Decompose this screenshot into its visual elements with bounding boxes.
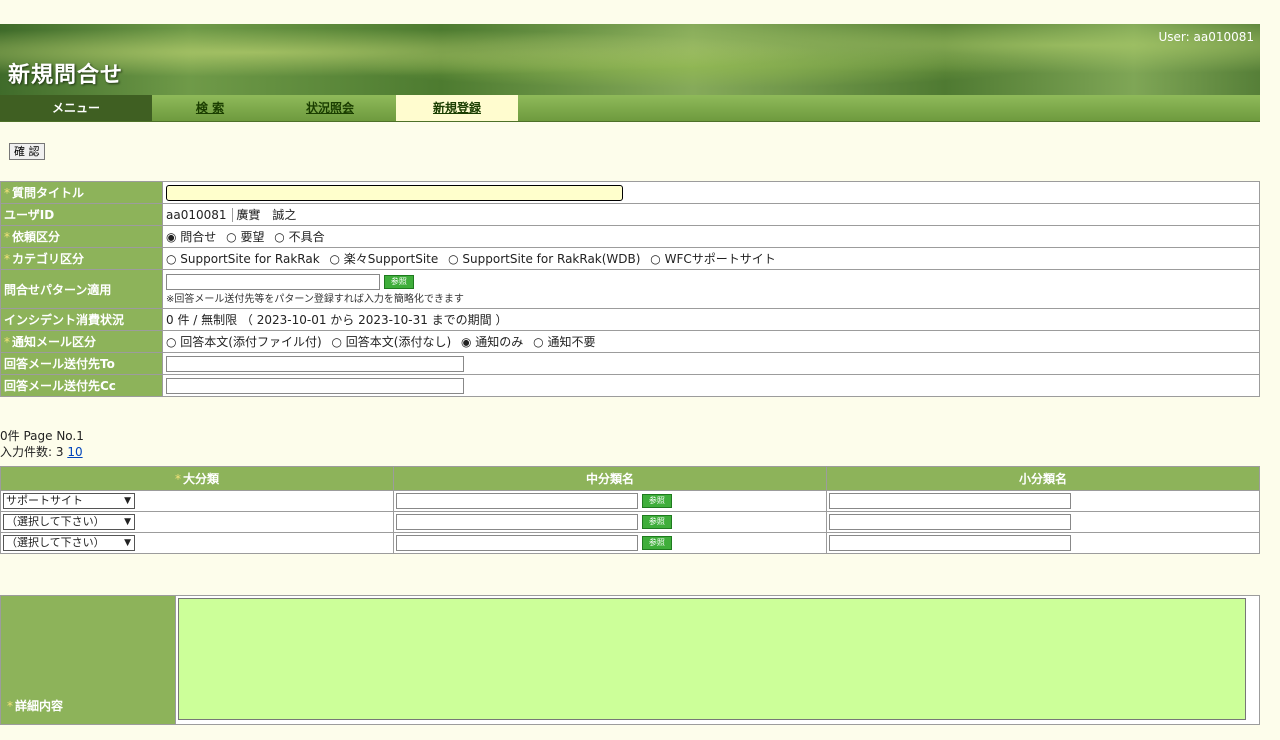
pattern-label: 問合せパターン適用 bbox=[0, 269, 163, 309]
mail-to-input[interactable] bbox=[166, 355, 464, 372]
input-count: 入力件数: 3 10 bbox=[0, 445, 83, 459]
incident-label: インシデント消費状況 bbox=[0, 308, 163, 331]
incident-value: 0 件 / 無制限 （ 2023-10-01 から 2023-10-31 までの… bbox=[162, 308, 1260, 331]
request-radio-request[interactable]: ○ 要望 bbox=[226, 228, 264, 245]
chevron-down-icon: ▼ bbox=[124, 538, 131, 548]
title-label: * 質問タイトル bbox=[0, 181, 163, 204]
mid-category-header: 中分類名 bbox=[393, 466, 827, 491]
category-table: * 大分類 中分類名 小分類名 サポートサイト ▼ 参照 （選択して下さい） ▼ 参照… bbox=[0, 466, 1260, 554]
notify-radio-2[interactable]: ○ 回答本文(添付なし) bbox=[332, 333, 452, 350]
username-value: 廣實 誠之 bbox=[232, 208, 297, 222]
detail-table: * 詳細内容 bbox=[0, 595, 1260, 725]
notify-label: * 通知メール区分 bbox=[0, 330, 163, 353]
mail-cc-label: 回答メール送付先Cc bbox=[0, 374, 163, 397]
notify-radio-4[interactable]: ○ 通知不要 bbox=[533, 333, 595, 350]
minor-category-input[interactable] bbox=[829, 493, 1071, 509]
header-banner: 新規問合せ User: aa010081 bbox=[0, 24, 1260, 95]
mid-category-input[interactable] bbox=[396, 493, 638, 509]
minor-category-input[interactable] bbox=[829, 535, 1071, 551]
count-info: 0件 Page No.1 入力件数: 3 10 bbox=[0, 428, 84, 460]
major-category-select[interactable]: （選択して下さい） ▼ bbox=[3, 514, 135, 530]
pattern-ref-button[interactable]: 参照 bbox=[383, 274, 414, 289]
category-label: * カテゴリ区分 bbox=[0, 247, 163, 270]
nav-register-link[interactable]: 新規登録 bbox=[396, 95, 518, 121]
inquiry-form: * 質問タイトル ユーザID aa010081 廣實 誠之 * 依頼区分 ◉ 問合せ… bbox=[0, 181, 1260, 397]
major-category-select[interactable]: （選択して下さい） ▼ bbox=[3, 535, 135, 551]
chevron-down-icon: ▼ bbox=[124, 517, 131, 527]
notify-radio-3[interactable]: ◉ 通知のみ bbox=[461, 333, 523, 350]
mid-ref-button[interactable]: 参照 bbox=[641, 494, 672, 508]
mail-to-label: 回答メール送付先To bbox=[0, 352, 163, 375]
page-title: 新規問合せ bbox=[8, 63, 124, 88]
minor-category-input[interactable] bbox=[829, 514, 1071, 530]
nav-status-link[interactable]: 状況照会 bbox=[275, 95, 385, 121]
table-row: （選択して下さい） ▼ 参照 bbox=[0, 532, 1260, 554]
category-radio-4[interactable]: ○ WFCサポートサイト bbox=[650, 250, 775, 267]
detail-textarea[interactable] bbox=[178, 598, 1246, 720]
table-row: （選択して下さい） ▼ 参照 bbox=[0, 511, 1260, 533]
notify-radio-1[interactable]: ○ 回答本文(添付ファイル付) bbox=[166, 333, 322, 350]
request-type-label: * 依頼区分 bbox=[0, 225, 163, 248]
userid-value: aa010081 bbox=[166, 208, 227, 222]
mid-category-input[interactable] bbox=[396, 514, 638, 530]
table-row: サポートサイト ▼ 参照 bbox=[0, 490, 1260, 512]
count-10-link[interactable]: 10 bbox=[67, 445, 82, 459]
title-input[interactable] bbox=[166, 184, 623, 201]
required-mark: * bbox=[4, 186, 10, 200]
pattern-note: ※回答メール送付先等をパターン登録すれば入力を簡略化できます bbox=[166, 293, 464, 305]
pattern-input[interactable] bbox=[166, 273, 380, 290]
mid-ref-button[interactable]: 参照 bbox=[641, 536, 672, 550]
nav-bar: メニュー 検 索 状況照会 新規登録 bbox=[0, 95, 1260, 122]
category-radio-1[interactable]: ○ SupportSite for RakRak bbox=[166, 252, 320, 266]
category-radio-2[interactable]: ○ 楽々SupportSite bbox=[329, 250, 438, 267]
nav-menu-label: メニュー bbox=[0, 95, 152, 121]
minor-category-header: 小分類名 bbox=[826, 466, 1260, 491]
category-radio-3[interactable]: ○ SupportSite for RakRak(WDB) bbox=[448, 252, 640, 266]
mail-cc-input[interactable] bbox=[166, 377, 464, 394]
major-category-header: * 大分類 bbox=[0, 466, 394, 491]
mid-ref-button[interactable]: 参照 bbox=[641, 515, 672, 529]
confirm-button[interactable]: 確 認 bbox=[9, 143, 45, 160]
nav-search-link[interactable]: 検 索 bbox=[160, 95, 260, 121]
chevron-down-icon: ▼ bbox=[124, 496, 131, 506]
user-info: User: aa010081 bbox=[1158, 30, 1254, 44]
detail-label: * 詳細内容 bbox=[0, 595, 176, 725]
request-radio-inquiry[interactable]: ◉ 問合せ bbox=[166, 228, 216, 245]
major-category-select[interactable]: サポートサイト ▼ bbox=[3, 493, 135, 509]
mid-category-input[interactable] bbox=[396, 535, 638, 551]
page-info: 0件 Page No.1 bbox=[0, 429, 84, 443]
request-radio-bug[interactable]: ○ 不具合 bbox=[274, 228, 324, 245]
userid-label: ユーザID bbox=[0, 203, 163, 226]
